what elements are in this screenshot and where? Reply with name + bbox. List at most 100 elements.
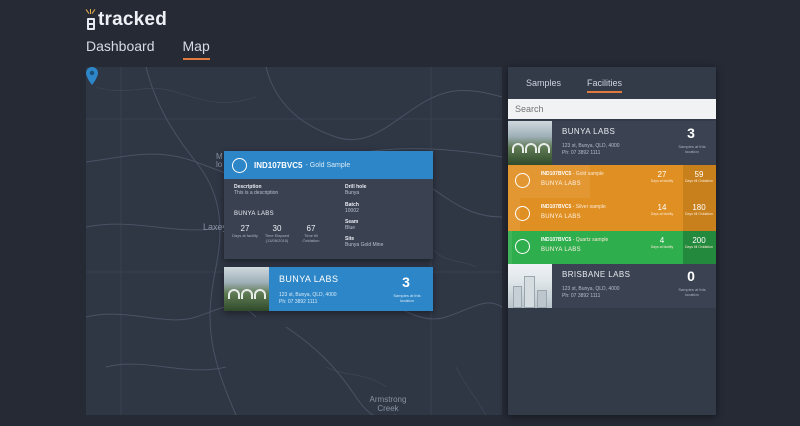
sample-lab: BUNYA LABS <box>541 214 581 220</box>
sample-status-circle-icon[interactable] <box>515 173 530 188</box>
facility-phone: Ph: 07 3892 1111 <box>562 293 601 299</box>
stat-label: Days at facility <box>232 233 258 238</box>
drillhole-field: Drill hole Bunya <box>345 184 366 196</box>
tracked-logo-icon <box>85 9 96 30</box>
sample-id-line: IND107BVC5 - Gold sample <box>541 171 604 177</box>
sample-status-circle-icon[interactable] <box>515 206 530 221</box>
sample-id-line: IND107BVC5 - Silver sample <box>541 204 606 210</box>
stat-days-at-facility: 27 Days at facility <box>230 224 260 238</box>
sample-id: IND107BVC5 <box>254 160 303 170</box>
facility-photo <box>224 267 269 311</box>
facility-address: 123 st, Bunya, QLD, 4000 Ph: 07 3892 111… <box>562 143 620 157</box>
stat-label: Time till Oxidation <box>302 233 320 243</box>
sample-row[interactable]: IND107BVC5 - Silver sample BUNYA LABS 14… <box>508 198 716 231</box>
stat-value: 59 <box>694 170 704 179</box>
sample-id-line: IND107BVC5 - Quartz sample <box>541 237 608 243</box>
panel-tabs: Samples Facilities <box>526 78 623 93</box>
app-title: tracked <box>98 9 167 30</box>
facility-sample-count: 3 <box>687 125 695 141</box>
facility-phone: Ph: 07 3892 1111 <box>279 299 318 305</box>
sample-oxidation-block: 180 Days till Oxidation <box>683 198 716 231</box>
sample-id: IND107BVC5 <box>541 204 572 210</box>
site-field: Site Bunya Gold Mine <box>345 236 383 248</box>
stat-value: 27 <box>240 224 250 233</box>
sample-status-circle-icon[interactable] <box>515 239 530 254</box>
facility-item-bunya-labs[interactable]: BUNYA LABS 123 st, Bunya, QLD, 4000 Ph: … <box>508 121 716 165</box>
nav-map[interactable]: Map <box>182 38 210 60</box>
sample-id: IND107BVC5 <box>541 237 572 243</box>
sample-lab: BUNYA LABS <box>541 247 581 253</box>
seam-field: Seam Blue <box>345 219 358 231</box>
sample-days-at-facility: 4 Days at facility <box>648 236 676 249</box>
facility-street: 123 st, Bunya, QLD, 4000 <box>562 143 620 149</box>
sample-lab: BUNYA LABS <box>541 181 581 187</box>
facility-item-brisbane-labs[interactable]: BRISBANE LABS 123 st, Bunya, QLD, 4000 P… <box>508 264 716 308</box>
facility-name: BUNYA LABS <box>562 127 616 136</box>
sample-progress-bar <box>508 231 512 264</box>
description-field: Description This is a description <box>234 184 278 196</box>
sample-days-at-facility: 14 Days at facility <box>648 203 676 216</box>
site-value: Bunya Gold Mine <box>345 242 384 248</box>
facility-sample-count-label: Samples at this location <box>678 287 706 297</box>
sample-status-circle-icon[interactable] <box>232 157 247 173</box>
main-nav: Dashboard Map <box>86 38 210 60</box>
facility-sample-count: 3 <box>402 274 410 290</box>
facility-sample-count: 0 <box>687 268 695 284</box>
sample-type: - Gold Sample <box>305 161 351 169</box>
stat-value: 200 <box>692 236 706 245</box>
facility-sample-count-label: Samples at this location <box>393 293 421 303</box>
stat-value: 30 <box>272 224 282 233</box>
description-value: This is a description <box>234 190 279 196</box>
stat-label: Days at facility <box>650 245 674 249</box>
sample-oxidation-block: 200 Days till Oxidation <box>683 231 716 264</box>
facility-address: 123 st, Bunya, QLD, 4000 Ph: 07 3892 111… <box>562 286 620 300</box>
sample-popup-header: IND107BVC5 - Gold Sample <box>224 151 433 179</box>
stat-value: 27 <box>657 170 667 179</box>
sample-popup[interactable]: IND107BVC5 - Gold Sample Description Thi… <box>224 151 433 259</box>
sample-type: - Quartz sample <box>572 237 609 243</box>
batch-field: Batch 10002 <box>345 202 359 214</box>
batch-value: 10002 <box>345 208 359 214</box>
map-label: lo <box>216 160 223 169</box>
nav-dashboard[interactable]: Dashboard <box>86 38 155 58</box>
search-input[interactable] <box>508 99 716 119</box>
sample-id: IND107BVC5 <box>541 171 572 177</box>
stat-value: 14 <box>657 203 667 212</box>
map-label-armstrong-creek: Armstrong Creek <box>369 395 407 413</box>
facility-name: BRISBANE LABS <box>562 270 631 279</box>
facility-phone: Ph: 07 3892 1111 <box>562 150 601 156</box>
tab-facilities[interactable]: Facilities <box>587 78 623 93</box>
stat-value: 180 <box>692 203 706 212</box>
sample-oxidation-block: 59 Days till Oxidation <box>683 165 716 198</box>
facilities-panel: Samples Facilities BUNYA LABS 123 st, Bu… <box>508 67 716 415</box>
facility-photo <box>508 264 552 308</box>
facility-street: 123 st, Bunya, QLD, 4000 <box>279 292 337 298</box>
stat-label: Time Elapsed (13/08/2015) <box>264 233 290 243</box>
popup-lab-name: BUNYA LABS <box>234 211 274 217</box>
sample-type: - Gold sample <box>572 171 604 177</box>
stat-value: 67 <box>306 224 316 233</box>
sample-days-at-facility: 27 Days at facility <box>648 170 676 183</box>
tab-samples[interactable]: Samples <box>526 78 561 92</box>
map-pin-icon[interactable] <box>86 67 98 85</box>
stat-label: Days at facility <box>650 212 674 216</box>
app-logo[interactable]: tracked <box>85 8 167 30</box>
sample-row[interactable]: IND107BVC5 - Quartz sample BUNYA LABS 4 … <box>508 231 716 264</box>
seam-value: Blue <box>345 225 356 231</box>
stat-time-till-oxidation: 67 Time till Oxidation <box>296 224 326 243</box>
stat-label: Days till Oxidation <box>685 245 714 249</box>
stat-label: Days till Oxidation <box>685 212 714 216</box>
stat-label: Days till Oxidation <box>685 179 714 183</box>
map-facility-card[interactable]: BUNYA LABS 123 st, Bunya, QLD, 4000 Ph: … <box>224 267 433 311</box>
stat-value: 4 <box>659 236 665 245</box>
drillhole-value: Bunya <box>345 190 360 196</box>
facility-street: 123 st, Bunya, QLD, 4000 <box>562 286 620 292</box>
sample-row[interactable]: IND107BVC5 - Gold sample BUNYA LABS 27 D… <box>508 165 716 198</box>
facility-sample-count-label: Samples at this location <box>678 144 706 154</box>
facility-photo <box>508 121 552 165</box>
sample-type: - Silver sample <box>572 204 606 210</box>
stat-label: Days at facility <box>650 179 674 183</box>
facility-address: 123 st, Bunya, QLD, 4000 Ph: 07 3892 111… <box>279 292 337 306</box>
stat-time-elapsed: 30 Time Elapsed (13/08/2015) <box>262 224 292 243</box>
facility-name: BUNYA LABS <box>279 274 339 284</box>
